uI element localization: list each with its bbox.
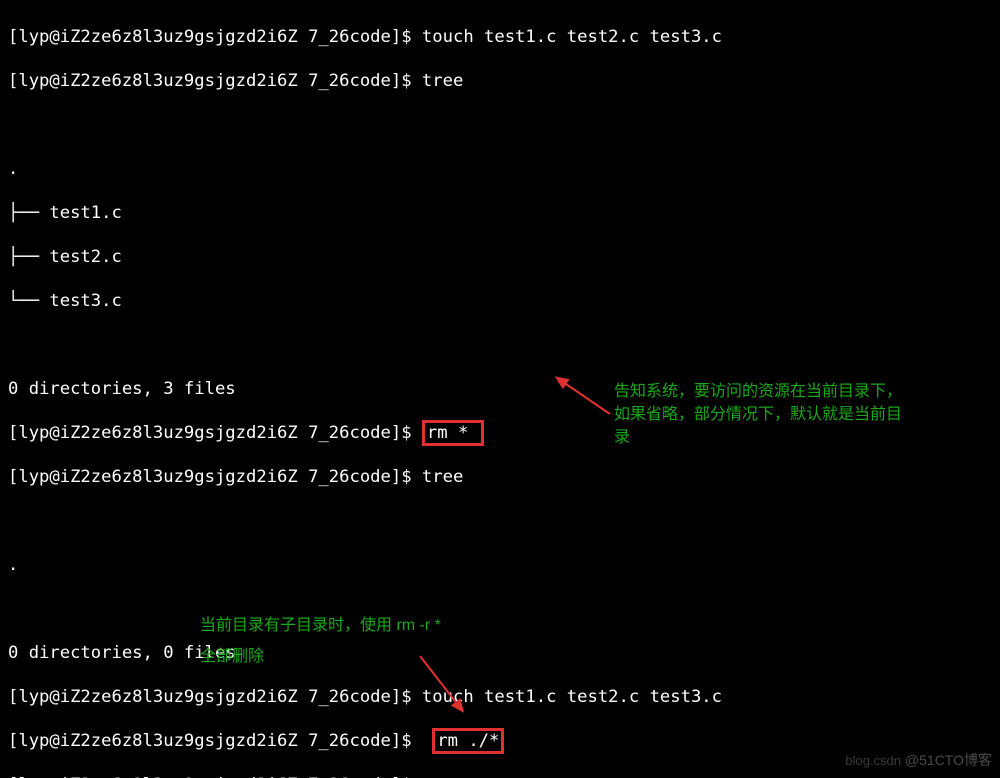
- annotation-right: 告知系统，要访问的资源在当前目录下， 如果省略，部分情况下，默认就是当前目 录: [614, 380, 902, 449]
- highlight-rm-star: rm *: [422, 420, 484, 446]
- tree-item: └── test3.c: [8, 290, 722, 312]
- highlight-rm-dotslash: rm ./*: [432, 728, 504, 754]
- watermark: blog.csdn @51CTO博客: [845, 749, 992, 772]
- tree-item: ├── test2.c: [8, 246, 722, 268]
- tree-dot: .: [8, 158, 722, 180]
- cmd-tree: tree: [422, 467, 463, 487]
- tree-dot: .: [8, 554, 722, 576]
- annotation-bottom-1: 当前目录有子目录时，使用 rm -r *: [200, 614, 441, 637]
- annotation-bottom-2: 全部删除: [200, 645, 264, 668]
- tree-stat: 0 directories, 0 files: [8, 642, 722, 664]
- prompt: [lyp@iZ2ze6z8l3uz9gsjgzd2i6Z 7_26code]$: [8, 467, 422, 487]
- pad: [422, 731, 432, 751]
- cmd-tree: tree: [422, 71, 463, 91]
- prompt: [lyp@iZ2ze6z8l3uz9gsjgzd2i6Z 7_26code]$: [8, 731, 422, 751]
- cmd-touch: touch test1.c test2.c test3.c: [422, 27, 722, 47]
- prompt: [lyp@iZ2ze6z8l3uz9gsjgzd2i6Z 7_26code]$: [8, 423, 422, 443]
- cmd-touch: touch test1.c test2.c test3.c: [422, 687, 722, 707]
- prompt: [lyp@iZ2ze6z8l3uz9gsjgzd2i6Z 7_26code]$: [8, 687, 422, 707]
- tree-item: ├── test1.c: [8, 202, 722, 224]
- prompt: [lyp@iZ2ze6z8l3uz9gsjgzd2i6Z 7_26code]$: [8, 71, 422, 91]
- prompt: [lyp@iZ2ze6z8l3uz9gsjgzd2i6Z 7_26code]$: [8, 27, 422, 47]
